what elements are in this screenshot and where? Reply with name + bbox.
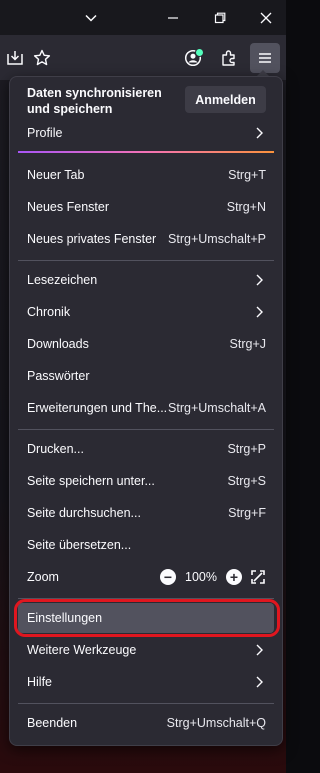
menu-icon <box>259 53 271 63</box>
menu-item-downloads[interactable]: Downloads Strg+J <box>18 329 274 359</box>
extensions-icon <box>222 50 235 66</box>
menu-item-save-page[interactable]: Seite speichern unter... Strg+S <box>18 466 274 496</box>
app-menu-panel: Daten synchronisieren und speichern Anme… <box>9 76 283 746</box>
shortcut-label: Strg+F <box>228 506 266 520</box>
notification-dot <box>195 48 204 57</box>
menu-item-zoom: Zoom − 100% + <box>18 562 274 592</box>
menu-item-new-private-window[interactable]: Neues privates Fenster Strg+Umschalt+P <box>18 224 274 254</box>
sync-title: Daten synchronisieren und speichern <box>27 86 162 116</box>
shortcut-label: Strg+P <box>227 442 266 456</box>
account-button[interactable] <box>178 43 208 73</box>
minimize-button[interactable] <box>150 0 196 35</box>
menu-item-label: Neues privates Fenster <box>27 232 157 246</box>
shortcut-label: Strg+J <box>229 337 266 351</box>
navigation-toolbar <box>0 35 286 80</box>
menu-item-label: Passwörter <box>27 369 90 383</box>
profile-label: Profile <box>27 126 63 140</box>
shortcut-label: Strg+N <box>226 200 266 214</box>
shortcut-label: Strg+Umschalt+Q <box>166 716 266 730</box>
menu-item-label: Zoom <box>27 570 59 584</box>
menu-item-label: Seite durchsuchen... <box>27 506 141 520</box>
menu-item-quit[interactable]: Beenden Strg+Umschalt+Q <box>18 708 274 738</box>
minimize-icon <box>168 16 178 19</box>
close-icon <box>260 12 272 23</box>
zoom-out-button[interactable]: − <box>160 569 176 585</box>
menu-item-more-tools[interactable]: Weitere Werkzeuge <box>18 635 274 665</box>
shortcut-label: Strg+S <box>227 474 266 488</box>
chevron-right-icon <box>256 676 263 688</box>
chevron-right-icon <box>256 644 263 656</box>
menu-item-history[interactable]: Chronik <box>18 297 274 327</box>
chevron-right-icon <box>256 127 263 139</box>
menu-item-label: Seite übersetzen... <box>27 538 132 552</box>
menu-item-label: Seite speichern unter... <box>27 474 155 488</box>
chevron-down-icon <box>85 14 97 22</box>
zoom-reset-button[interactable]: 100% <box>184 570 218 584</box>
signin-button[interactable]: Anmelden <box>185 86 266 113</box>
chevron-right-icon <box>256 274 263 286</box>
save-to-pocket-button[interactable] <box>0 43 30 73</box>
menu-item-passwords[interactable]: Passwörter <box>18 361 274 391</box>
open-menu-button[interactable] <box>250 43 280 73</box>
menu-item-label: Lesezeichen <box>27 273 98 287</box>
menu-item-translate-page[interactable]: Seite übersetzen... <box>18 530 274 560</box>
shortcut-label: Strg+T <box>228 168 266 182</box>
menu-item-help[interactable]: Hilfe <box>18 667 274 697</box>
menu-separator <box>18 260 274 261</box>
menu-item-bookmarks[interactable]: Lesezeichen <box>18 265 274 295</box>
bookmark-star-button[interactable] <box>27 43 57 73</box>
menu-item-print[interactable]: Drucken... Strg+P <box>18 434 274 464</box>
shortcut-label: Strg+Umschalt+P <box>168 232 266 246</box>
profile-item[interactable]: Profile <box>18 118 274 148</box>
restore-button[interactable] <box>197 0 243 35</box>
title-bar <box>0 0 286 35</box>
menu-item-find-in-page[interactable]: Seite durchsuchen... Strg+F <box>18 498 274 528</box>
menu-item-label: Beenden <box>27 716 78 730</box>
zoom-in-button[interactable]: + <box>226 569 242 585</box>
bookmark-star-icon <box>33 49 51 66</box>
profile-accent-line <box>18 151 274 153</box>
menu-item-label: Neues Fenster <box>27 200 109 214</box>
shortcut-label: Strg+Umschalt+A <box>168 401 266 415</box>
menu-item-label: Erweiterungen und The... <box>27 401 168 415</box>
annotation-highlight-ring <box>14 599 280 637</box>
menu-separator <box>18 703 274 704</box>
menu-item-label: Hilfe <box>27 675 53 689</box>
menu-item-label: Neuer Tab <box>27 168 85 182</box>
close-button[interactable] <box>243 0 289 35</box>
menu-item-addons-themes[interactable]: Erweiterungen und The... Strg+Umschalt+A <box>18 393 274 423</box>
menu-item-label: Weitere Werkzeuge <box>27 643 137 657</box>
fullscreen-icon[interactable] <box>250 569 266 585</box>
menu-item-label: Downloads <box>27 337 89 351</box>
menu-item-new-window[interactable]: Neues Fenster Strg+N <box>18 192 274 222</box>
menu-item-label: Drucken... <box>27 442 84 456</box>
zoom-controls: − 100% + <box>160 566 266 588</box>
save-to-pocket-icon <box>7 51 23 65</box>
chevron-right-icon <box>256 306 263 318</box>
menu-item-label: Chronik <box>27 305 71 319</box>
extensions-button[interactable] <box>214 43 244 73</box>
restore-icon <box>214 12 226 23</box>
menu-item-new-tab[interactable]: Neuer Tab Strg+T <box>18 160 274 190</box>
tab-list-button[interactable] <box>68 0 114 35</box>
menu-separator <box>18 429 274 430</box>
